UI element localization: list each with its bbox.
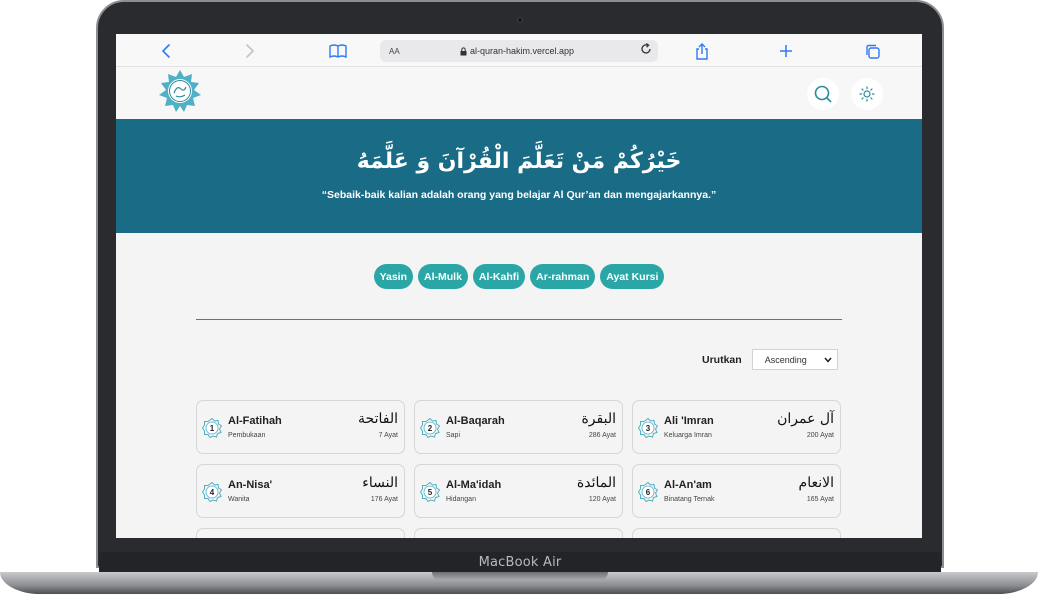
- text-size-button[interactable]: AA: [389, 47, 400, 56]
- sun-icon: [859, 86, 875, 102]
- hadith-arabic: خَيْرُكُمْ مَنْ تَعَلَّمَ الْقُرْآنَ وَ …: [356, 149, 682, 174]
- number-badge: 6: [637, 481, 659, 503]
- chevron-down-icon: [824, 357, 832, 363]
- new-tab-icon[interactable]: [776, 41, 796, 61]
- number-badge: 4: [201, 481, 223, 503]
- surah-meaning: Keluarga Imran: [664, 432, 712, 439]
- surah-arabic-name: آل عمران: [777, 411, 834, 427]
- surah-meaning: Pembukaan: [228, 432, 266, 439]
- surah-card[interactable]: 6 Al-An'am Binatang Ternak الانعام 165 A…: [632, 464, 841, 518]
- chip-al-kahfi[interactable]: Al-Kahfi: [472, 264, 526, 289]
- sort-label: Urutkan: [702, 353, 742, 366]
- sort-control: Urutkan Ascending: [702, 349, 838, 370]
- surah-ayat-count: 286 Ayat: [588, 432, 616, 439]
- surah-name: Al-An'am: [664, 479, 712, 491]
- surah-meaning: Wanita: [228, 496, 250, 503]
- surah-card-partial[interactable]: [632, 528, 841, 538]
- surah-number: 4: [209, 487, 215, 497]
- tabs-overview-icon[interactable]: [862, 41, 882, 61]
- chip-yasin[interactable]: Yasin: [373, 264, 413, 289]
- surah-name: An-Nisa': [228, 479, 273, 491]
- chip-ayat-kursi[interactable]: Ayat Kursi: [600, 264, 665, 289]
- number-badge: 5: [419, 481, 441, 503]
- bookmarks-icon[interactable]: [328, 41, 348, 61]
- laptop-bottom-bezel: MacBook Air: [99, 552, 941, 572]
- surah-name: Ali 'Imran: [664, 415, 714, 427]
- theme-toggle-button[interactable]: [851, 78, 883, 110]
- hero-banner: خَيْرُكُمْ مَنْ تَعَلَّمَ الْقُرْآنَ وَ …: [116, 119, 922, 233]
- section-divider: [196, 319, 842, 320]
- surah-card[interactable]: 1 Al-Fatihah Pembukaan الفاتحة 7 Ayat: [196, 400, 405, 454]
- url-text: al-quran-hakim.vercel.app: [470, 46, 575, 56]
- camera-icon: [517, 17, 523, 23]
- search-icon: [814, 85, 832, 103]
- surah-card[interactable]: 5 Al-Ma'idah Hidangan المائدة 120 Ayat: [414, 464, 623, 518]
- search-button[interactable]: [807, 78, 839, 110]
- surah-meaning: Hidangan: [446, 496, 476, 503]
- screen: AA al-quran-hakim.vercel.app خَيْرُكُمْ …: [116, 34, 922, 538]
- laptop-notch: [432, 572, 608, 580]
- surah-name: Al-Baqarah: [446, 415, 505, 427]
- url-display: al-quran-hakim.vercel.app: [460, 46, 574, 56]
- surah-arabic-name: الفاتحة: [358, 411, 398, 427]
- browser-toolbar: AA al-quran-hakim.vercel.app: [116, 34, 922, 67]
- surah-number: 3: [645, 423, 651, 433]
- surah-arabic-name: المائدة: [576, 475, 616, 491]
- sort-select[interactable]: Ascending: [751, 349, 838, 370]
- surah-arabic-name: البقرة: [581, 411, 616, 427]
- surah-name: Al-Fatihah: [228, 415, 282, 427]
- chip-al-mulk[interactable]: Al-Mulk: [418, 264, 468, 289]
- surah-ayat-count: 120 Ayat: [588, 496, 616, 503]
- device-brand-label: MacBook Air: [478, 554, 562, 570]
- forward-icon[interactable]: [240, 41, 260, 61]
- shortcut-chips: Yasin Al-Mulk Al-Kahfi Ar-rahman Ayat Ku…: [116, 264, 922, 289]
- surah-ayat-count: 176 Ayat: [370, 496, 398, 503]
- surah-ayat-count: 165 Ayat: [806, 496, 834, 503]
- chip-ar-rahman[interactable]: Ar-rahman: [530, 264, 596, 289]
- sort-selected-value: Ascending: [764, 354, 807, 365]
- surah-meaning: Binatang Ternak: [664, 496, 715, 503]
- surah-name: Al-Ma'idah: [446, 479, 502, 491]
- reload-icon[interactable]: [641, 43, 652, 58]
- surah-card[interactable]: 2 Al-Baqarah Sapi البقرة 286 Ayat: [414, 400, 623, 454]
- surah-ayat-count: 200 Ayat: [806, 432, 834, 439]
- address-bar[interactable]: AA al-quran-hakim.vercel.app: [380, 40, 658, 62]
- site-header: [116, 67, 922, 119]
- surah-number: 6: [645, 487, 651, 497]
- number-badge: 2: [419, 417, 441, 439]
- lock-icon: [460, 46, 467, 55]
- surah-number: 1: [209, 423, 215, 433]
- surah-number: 2: [427, 423, 433, 433]
- surah-arabic-name: النساء: [362, 475, 398, 491]
- surah-number: 5: [427, 487, 433, 497]
- surah-arabic-name: الانعام: [798, 475, 834, 491]
- surah-card-partial[interactable]: [414, 528, 623, 538]
- surah-meaning: Sapi: [446, 432, 461, 439]
- quran-logo-icon[interactable]: [158, 69, 202, 113]
- surah-card-partial[interactable]: [196, 528, 405, 538]
- number-badge: 1: [201, 417, 223, 439]
- surah-card[interactable]: 4 An-Nisa' Wanita النساء 176 Ayat: [196, 464, 405, 518]
- back-icon[interactable]: [156, 41, 176, 61]
- hadith-translation: “Sebaik-baik kalian adalah orang yang be…: [321, 189, 717, 201]
- number-badge: 3: [637, 417, 659, 439]
- share-icon[interactable]: [692, 41, 712, 61]
- surah-ayat-count: 7 Ayat: [378, 432, 398, 439]
- surah-card[interactable]: 3 Ali 'Imran Keluarga Imran آل عمران 200…: [632, 400, 841, 454]
